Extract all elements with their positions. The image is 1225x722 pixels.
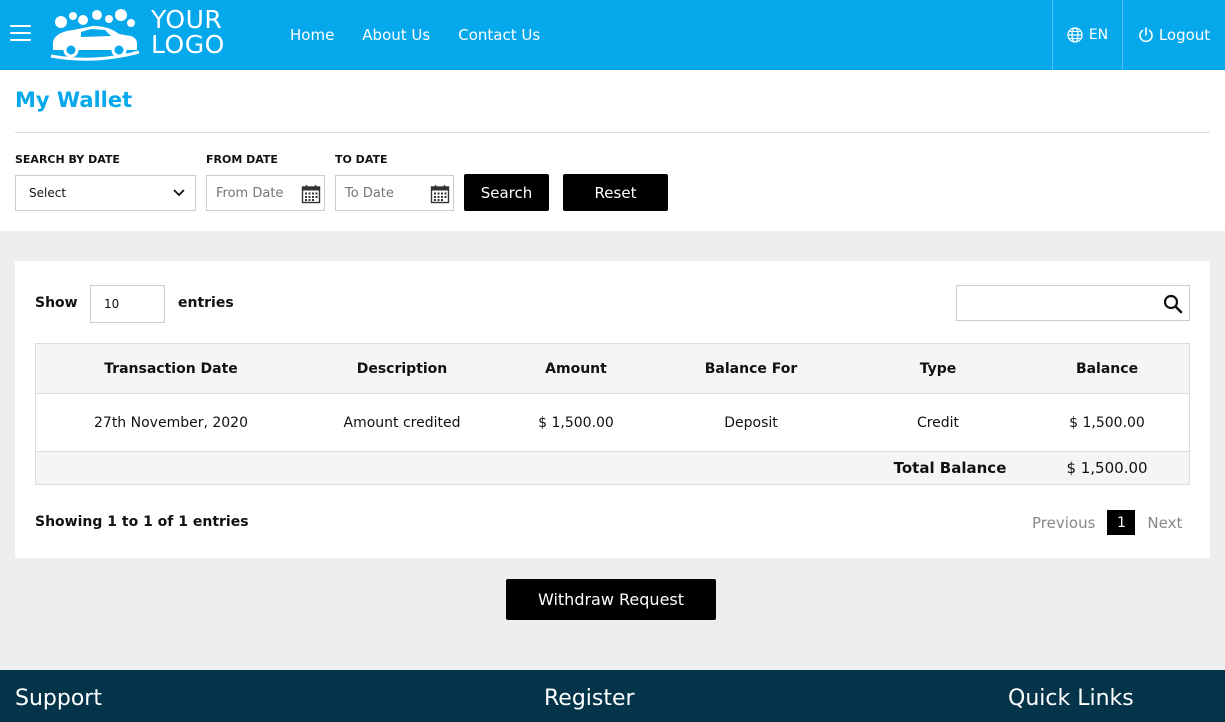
cell-transaction-date: 27th November, 2020 [94, 414, 248, 431]
footer-support-heading: Support [15, 686, 102, 711]
entries-label: entries [178, 295, 234, 311]
pagination-page-button[interactable]: 1 [1107, 510, 1136, 535]
footer-quick-links-heading: Quick Links [1008, 686, 1134, 711]
to-date-input[interactable] [336, 176, 426, 210]
pagination: Previous 1 Next [1032, 510, 1182, 535]
pagination-previous-button[interactable]: Previous [1032, 514, 1095, 532]
calendar-icon[interactable] [301, 184, 321, 204]
from-date-input[interactable] [207, 176, 297, 210]
language-switcher[interactable]: EN [1052, 0, 1122, 70]
pagination-info: Showing 1 to 1 of 1 entries [35, 514, 249, 530]
transactions-table: Transaction Date Description Amount Bala… [35, 343, 1190, 485]
column-header-balance-for[interactable]: Balance For [666, 344, 836, 393]
top-header: YOUR LOGO Home About Us Contact Us EN Lo… [0, 0, 1225, 70]
cell-balance-for: Deposit [724, 414, 778, 431]
table-footer: Total Balance $ 1,500.00 [36, 452, 1189, 484]
cell-amount: $ 1,500.00 [538, 414, 614, 431]
table-search-field[interactable] [956, 285, 1190, 321]
power-icon [1139, 27, 1153, 43]
from-date-field[interactable] [206, 175, 325, 211]
nav-about-link[interactable]: About Us [362, 26, 430, 44]
cell-type: Credit [916, 414, 960, 431]
calendar-icon[interactable] [430, 184, 450, 204]
chevron-down-icon [173, 189, 185, 197]
column-header-type[interactable]: Type [868, 344, 1008, 393]
column-header-description[interactable]: Description [302, 344, 502, 393]
table-header: Transaction Date Description Amount Bala… [36, 344, 1189, 394]
search-button[interactable]: Search [464, 174, 549, 211]
logo-text: YOUR LOGO [151, 7, 225, 59]
logo-line-2: LOGO [151, 30, 225, 59]
nav-home-link[interactable]: Home [290, 26, 334, 44]
to-date-field[interactable] [335, 175, 454, 211]
cell-description: Amount credited [343, 414, 461, 431]
from-date-label: FROM DATE [206, 153, 278, 166]
globe-icon [1067, 27, 1083, 43]
nav-contact-link[interactable]: Contact Us [458, 26, 540, 44]
column-header-transaction-date[interactable]: Transaction Date [56, 344, 286, 393]
car-wash-logo-icon [50, 9, 140, 61]
column-header-balance[interactable]: Balance [1036, 344, 1178, 393]
total-balance-value: $ 1,500.00 [1066, 459, 1148, 477]
logout-label: Logout [1158, 26, 1211, 44]
date-range-select-value: Select [29, 186, 67, 200]
search-icon[interactable] [1163, 294, 1183, 314]
title-divider [15, 132, 1210, 133]
pagination-next-button[interactable]: Next [1147, 514, 1182, 532]
reset-button[interactable]: Reset [563, 174, 668, 211]
page-title: My Wallet [15, 88, 133, 112]
site-logo[interactable]: YOUR LOGO [47, 7, 237, 62]
date-range-select[interactable]: Select [15, 175, 196, 211]
language-label: EN [1088, 27, 1109, 43]
footer-register-heading: Register [544, 686, 635, 711]
show-label: Show [35, 295, 78, 311]
to-date-label: TO DATE [335, 153, 388, 166]
search-by-date-label: SEARCH BY DATE [15, 153, 120, 166]
entries-per-page-input[interactable]: 10 [90, 285, 165, 323]
main-nav: Home About Us Contact Us [290, 0, 568, 70]
table-search-input[interactable] [957, 286, 1157, 320]
withdraw-request-button[interactable]: Withdraw Request [506, 579, 716, 620]
table-row: 27th November, 2020 Amount credited $ 1,… [36, 394, 1189, 452]
cell-balance: $ 1,500.00 [1069, 414, 1145, 431]
logout-button[interactable]: Logout [1122, 0, 1225, 70]
hamburger-menu-icon[interactable] [10, 25, 31, 43]
column-header-amount[interactable]: Amount [506, 344, 646, 393]
total-balance-label: Total Balance [893, 459, 1007, 477]
